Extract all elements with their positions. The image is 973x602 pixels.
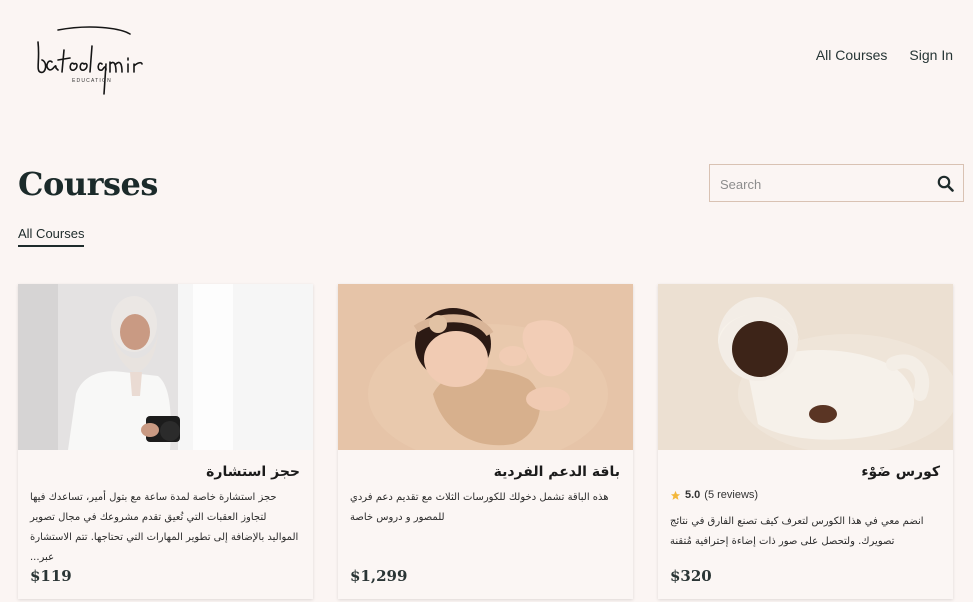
star-icon bbox=[670, 490, 681, 500]
tab-all-courses[interactable]: All Courses bbox=[18, 226, 85, 247]
course-title: كورس ضَوْء bbox=[861, 464, 940, 480]
course-rating: 5.0 (5 reviews) bbox=[670, 489, 758, 501]
course-card-support-package[interactable]: باقة الدعم الفردية هذه الباقة تشمل دخولك… bbox=[338, 284, 633, 599]
review-count: (5 reviews) bbox=[704, 489, 759, 501]
course-title: باقة الدعم الفردية bbox=[493, 464, 620, 480]
course-price: $320 bbox=[670, 567, 712, 585]
nav-sign-in[interactable]: Sign In bbox=[909, 47, 953, 63]
top-nav: All Courses Sign In bbox=[816, 47, 953, 63]
rating-value: 5.0 bbox=[685, 489, 701, 501]
search-input[interactable] bbox=[710, 165, 922, 203]
nav-all-courses[interactable]: All Courses bbox=[816, 47, 888, 63]
course-card-consultation[interactable]: حجز استشارة حجز استشارة خاصة لمدة ساعة م… bbox=[18, 284, 313, 599]
site-header: EDUCATION All Courses Sign In bbox=[0, 0, 973, 116]
course-image-consultation bbox=[18, 284, 313, 450]
brand-logo[interactable]: EDUCATION bbox=[30, 20, 160, 95]
search-box bbox=[709, 164, 964, 203]
course-card-light[interactable]: كورس ضَوْء 5.0 (5 reviews) انضم معي في ه… bbox=[658, 284, 953, 599]
search-icon[interactable] bbox=[937, 175, 954, 192]
logo-subtitle: EDUCATION bbox=[72, 78, 112, 84]
course-price: $119 bbox=[30, 567, 72, 585]
course-title: حجز استشارة bbox=[206, 464, 300, 480]
course-description: حجز استشارة خاصة لمدة ساعة مع بتول أمير،… bbox=[30, 492, 299, 563]
course-description: انضم معي في هذا الكورس لتعرف كيف تصنع ال… bbox=[670, 516, 924, 547]
course-image-light bbox=[658, 284, 953, 450]
course-image-support-package bbox=[338, 284, 633, 450]
page-title: Courses bbox=[18, 165, 158, 203]
course-description: هذه الباقة تشمل دخولك للكورسات الثلاث مع… bbox=[350, 492, 609, 523]
course-price: $1,299 bbox=[350, 567, 408, 585]
